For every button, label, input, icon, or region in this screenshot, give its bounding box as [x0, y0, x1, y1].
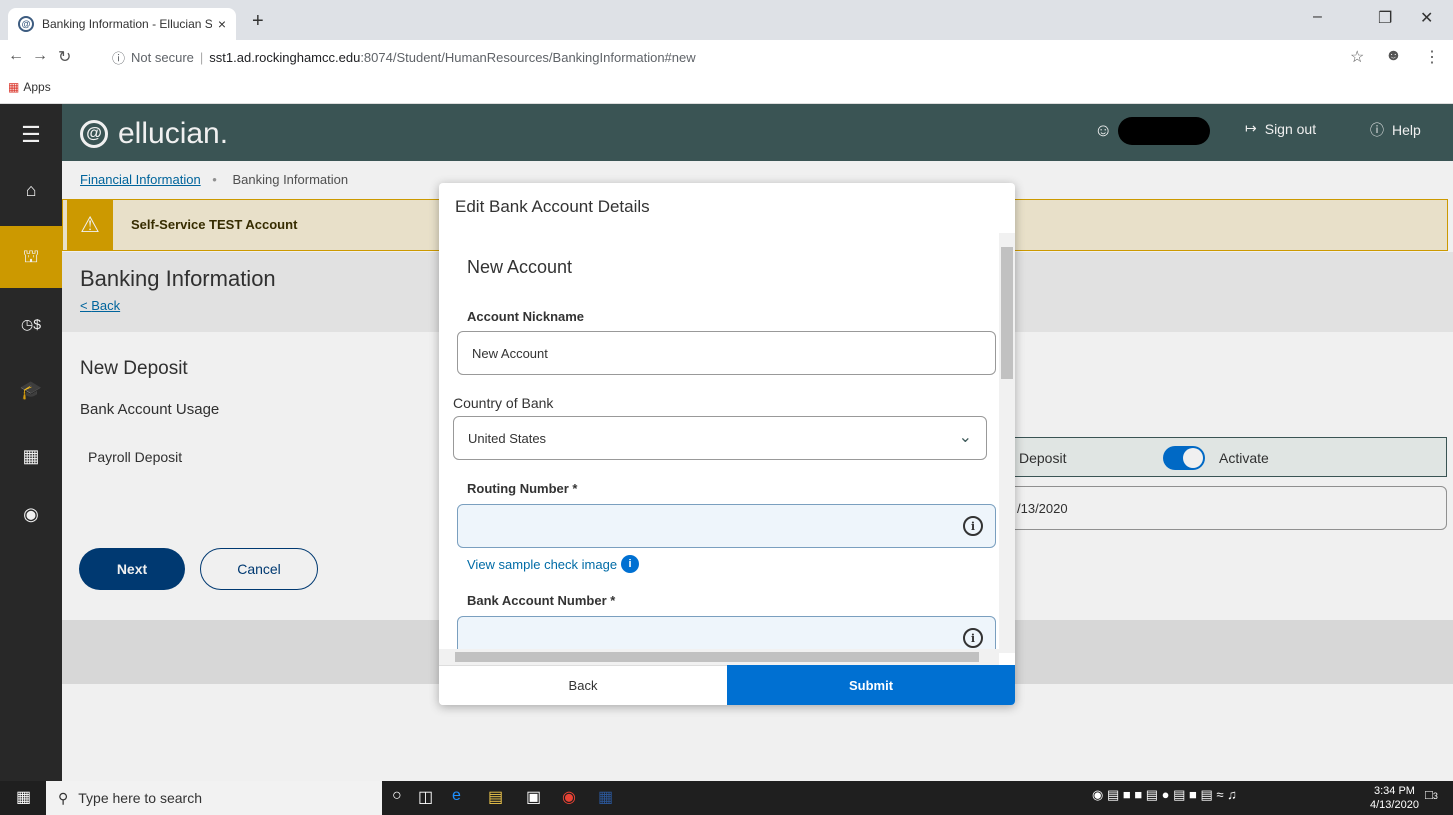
windows-start-icon[interactable]: ▦ — [16, 787, 31, 807]
tab-title: Banking Information - Ellucian St — [42, 17, 212, 31]
star-icon[interactable]: ☆ — [1350, 47, 1364, 67]
browser-tab[interactable]: @ Banking Information - Ellucian St × — [8, 8, 236, 40]
store-icon[interactable]: ▣ — [526, 787, 541, 807]
edge-icon[interactable]: e — [452, 787, 461, 805]
routing-number-input[interactable]: i — [457, 504, 996, 548]
routing-label: Routing Number * — [467, 481, 578, 496]
bookmarks-bar: ▦ Apps — [0, 74, 1453, 104]
minimize-icon[interactable]: – — [1313, 8, 1322, 26]
sample-check-link[interactable]: View sample check image i — [467, 555, 640, 573]
apps-bookmark[interactable]: ▦ Apps — [8, 80, 51, 94]
notifications-icon[interactable]: □3 — [1425, 787, 1438, 802]
maximize-icon[interactable]: ❐ — [1378, 8, 1392, 28]
reload-icon[interactable]: ↻ — [58, 47, 71, 67]
notification-count: 3 — [1432, 791, 1438, 801]
apps-grid-icon: ▦ — [8, 80, 20, 94]
profile-icon[interactable]: ☻ — [1385, 47, 1402, 65]
tab-close-icon[interactable]: × — [218, 16, 226, 32]
country-select[interactable]: United States ⌄ — [453, 416, 987, 460]
horizontal-scroll-thumb[interactable] — [455, 652, 979, 662]
account-number-label: Bank Account Number * — [467, 593, 616, 608]
dialog-subtitle: New Account — [467, 257, 573, 277]
security-label: Not secure — [131, 49, 194, 65]
menu-kebab-icon[interactable]: ⋮ — [1424, 47, 1440, 67]
clock-time: 3:34 PM — [1373, 785, 1415, 797]
ellucian-favicon-icon: @ — [18, 16, 34, 32]
account-info-icon[interactable]: i — [963, 628, 983, 648]
sample-info-icon: i — [621, 555, 640, 573]
word-icon[interactable]: ▦ — [598, 787, 613, 807]
url-host: sst1.ad.rockinghamcc.edu — [209, 49, 361, 65]
nickname-input[interactable]: New Account — [457, 331, 996, 375]
routing-info-icon[interactable]: i — [963, 516, 983, 536]
country-label: Country of Bank — [453, 395, 554, 411]
forward-arrow-icon[interactable]: → — [32, 47, 48, 65]
vertical-scroll-thumb[interactable] — [1001, 247, 1013, 379]
nickname-label: Account Nickname — [467, 309, 585, 324]
cortana-icon[interactable]: ○ — [392, 787, 402, 805]
search-placeholder: Type here to search — [78, 790, 203, 806]
browser-tab-bar: @ Banking Information - Ellucian St × + … — [0, 0, 1453, 40]
info-icon: ⓘ — [112, 50, 126, 66]
apps-label: Apps — [23, 80, 51, 94]
system-tray-icons[interactable]: ◉ ▤ ■ ■ ▤ ● ▤ ■ ▤ ≈ ♫ — [1092, 787, 1237, 803]
clock-date: 4/13/2020 — [1370, 799, 1419, 811]
taskbar-clock[interactable]: 3:34 PM 4/13/2020 — [1370, 784, 1419, 812]
back-arrow-icon[interactable]: ← — [8, 47, 24, 65]
dialog-submit-button[interactable]: Submit — [727, 665, 1015, 705]
country-value: United States — [468, 430, 547, 446]
edit-bank-account-dialog: Edit Bank Account Details New Account Ac… — [439, 183, 1015, 705]
dialog-title: Edit Bank Account Details — [455, 197, 650, 216]
url-path: :8074/Student/HumanResources/BankingInfo… — [360, 49, 696, 65]
file-explorer-icon[interactable]: ▤ — [488, 787, 503, 807]
chrome-icon[interactable]: ◉ — [562, 787, 576, 807]
dialog-back-button[interactable]: Back — [439, 665, 727, 705]
search-icon: ⚲ — [58, 789, 69, 806]
sample-check-label: View sample check image — [467, 556, 618, 572]
taskbar-search-input[interactable]: ⚲ Type here to search — [46, 781, 382, 815]
new-tab-button[interactable]: + — [252, 10, 264, 33]
url-input[interactable]: ⓘ Not secure | sst1.ad.rockinghamcc.edu … — [112, 46, 1332, 68]
chevron-down-icon: ⌄ — [958, 429, 972, 446]
close-window-icon[interactable]: ✕ — [1420, 8, 1433, 28]
task-view-icon[interactable]: ◫ — [418, 787, 433, 807]
